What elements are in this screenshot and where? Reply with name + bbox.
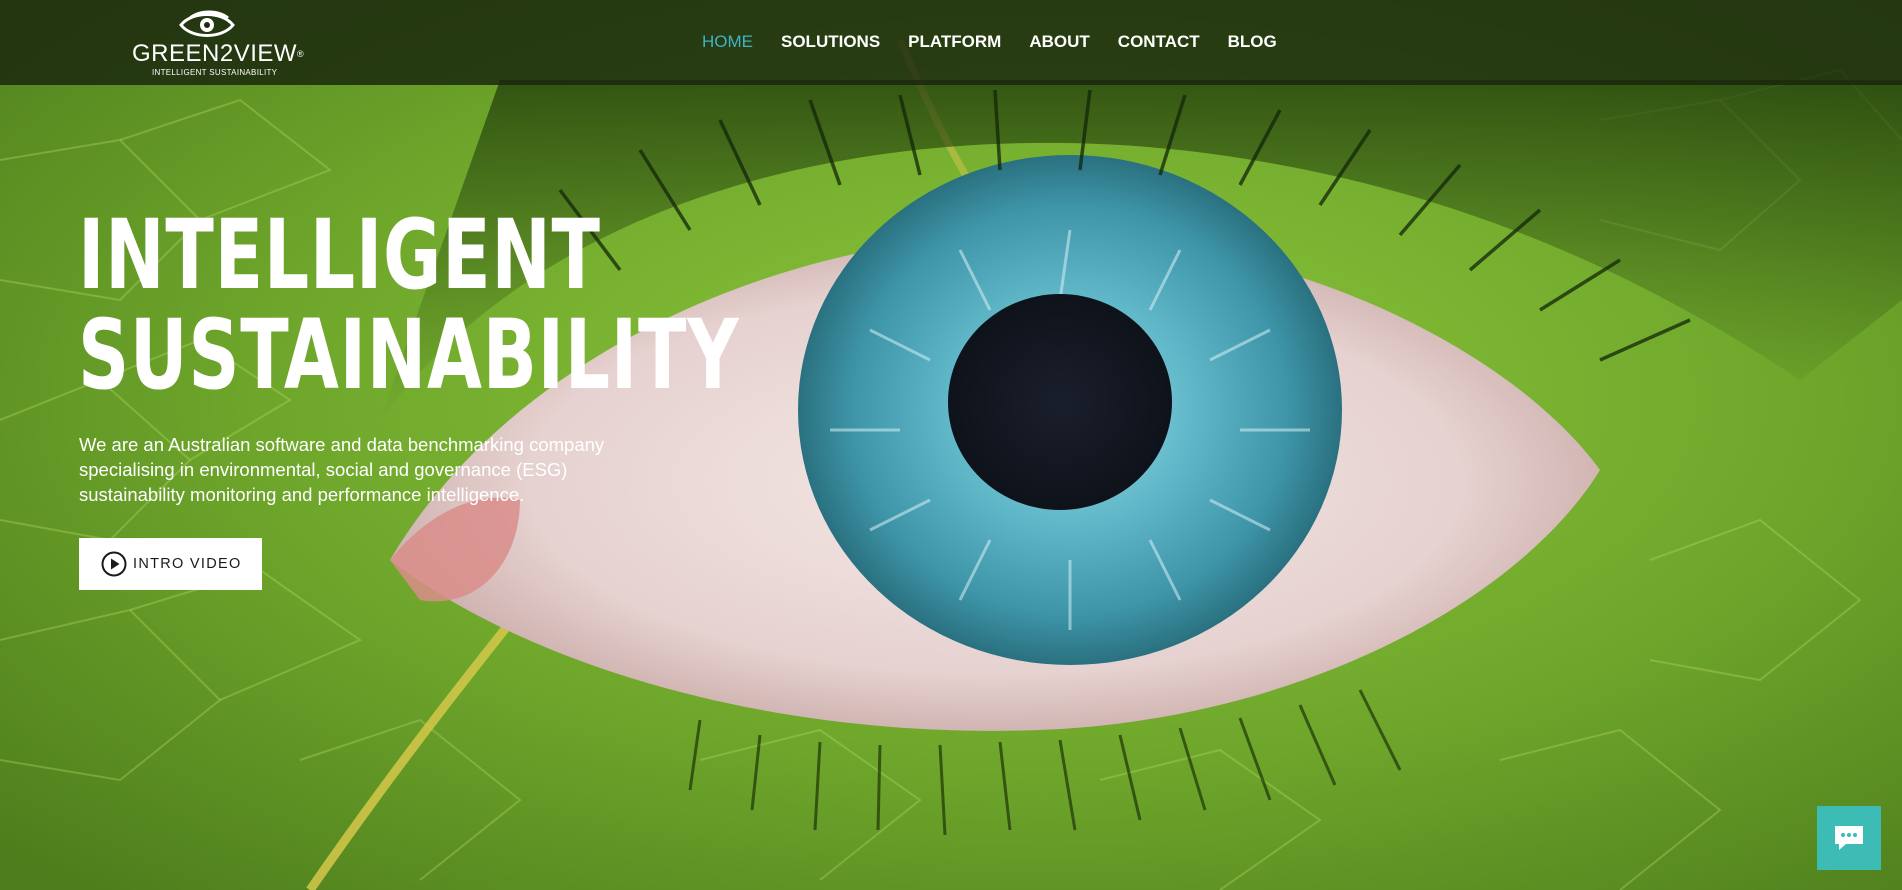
intro-video-button[interactable]: INTRO VIDEO	[79, 538, 262, 590]
page: GREEN2VIEW® INTELLIGENT SUSTAINABILITY H…	[0, 0, 1902, 890]
nav-blog[interactable]: BLOG	[1228, 30, 1277, 54]
hero-title-line-2: SUSTAINABILITY	[78, 299, 740, 411]
play-circle-icon	[101, 551, 127, 577]
nav-home[interactable]: HOME	[702, 30, 753, 54]
chat-bubble-icon	[1835, 826, 1863, 850]
eye-logo-icon	[179, 10, 235, 37]
main-nav: HOME SOLUTIONS PLATFORM ABOUT CONTACT BL…	[702, 30, 1305, 54]
intro-video-label: INTRO VIDEO	[133, 556, 242, 572]
hero-title: INTELLIGENT SUSTAINABILITY	[78, 199, 740, 411]
brand-name-text: GREEN2VIEW	[132, 40, 298, 67]
brand-name: GREEN2VIEW®	[132, 42, 304, 66]
site-header: GREEN2VIEW® INTELLIGENT SUSTAINABILITY H…	[0, 0, 1902, 85]
brand-tagline: INTELLIGENT SUSTAINABILITY	[152, 68, 278, 77]
site-logo[interactable]: GREEN2VIEW® INTELLIGENT SUSTAINABILITY	[130, 6, 304, 78]
nav-platform[interactable]: PLATFORM	[908, 30, 1001, 54]
hero-title-line-1: INTELLIGENT	[78, 199, 601, 311]
registered-mark: ®	[297, 49, 305, 59]
nav-solutions[interactable]: SOLUTIONS	[781, 30, 880, 54]
nav-about[interactable]: ABOUT	[1029, 30, 1089, 54]
nav-contact[interactable]: CONTACT	[1118, 30, 1200, 54]
chat-widget-button[interactable]	[1817, 806, 1881, 870]
hero-description: We are an Australian software and data b…	[79, 434, 605, 505]
